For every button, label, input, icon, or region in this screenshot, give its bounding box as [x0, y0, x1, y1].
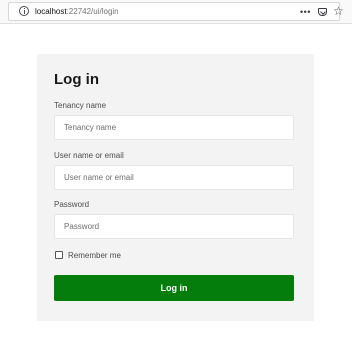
page-title: Log in [54, 71, 99, 88]
page-actions-icon[interactable]: ••• [300, 6, 311, 18]
remember-me-label[interactable]: Remember me [68, 251, 121, 261]
url-host: localhost [35, 7, 67, 16]
info-icon[interactable] [19, 6, 29, 16]
url-path: :22742/ui/login [66, 7, 119, 16]
password-label: Password [54, 200, 90, 209]
login-card: Log in Tenancy name User name or email P… [37, 54, 314, 321]
tenancy-name-input[interactable] [54, 115, 294, 140]
url-text[interactable]: localhost:22742/ui/login [35, 6, 119, 18]
password-input[interactable] [54, 214, 294, 239]
remember-me-checkbox[interactable] [55, 251, 63, 259]
tenancy-label: Tenancy name [54, 101, 107, 110]
username-label: User name or email [54, 151, 124, 160]
address-bar[interactable]: localhost:22742/ui/login ••• ☆ [8, 2, 344, 21]
browser-toolbar: localhost:22742/ui/login ••• ☆ [0, 0, 352, 24]
pocket-icon[interactable] [318, 8, 327, 16]
login-button[interactable]: Log in [54, 275, 294, 301]
bookmark-star-icon[interactable]: ☆ [333, 4, 344, 18]
username-input[interactable] [54, 165, 294, 190]
